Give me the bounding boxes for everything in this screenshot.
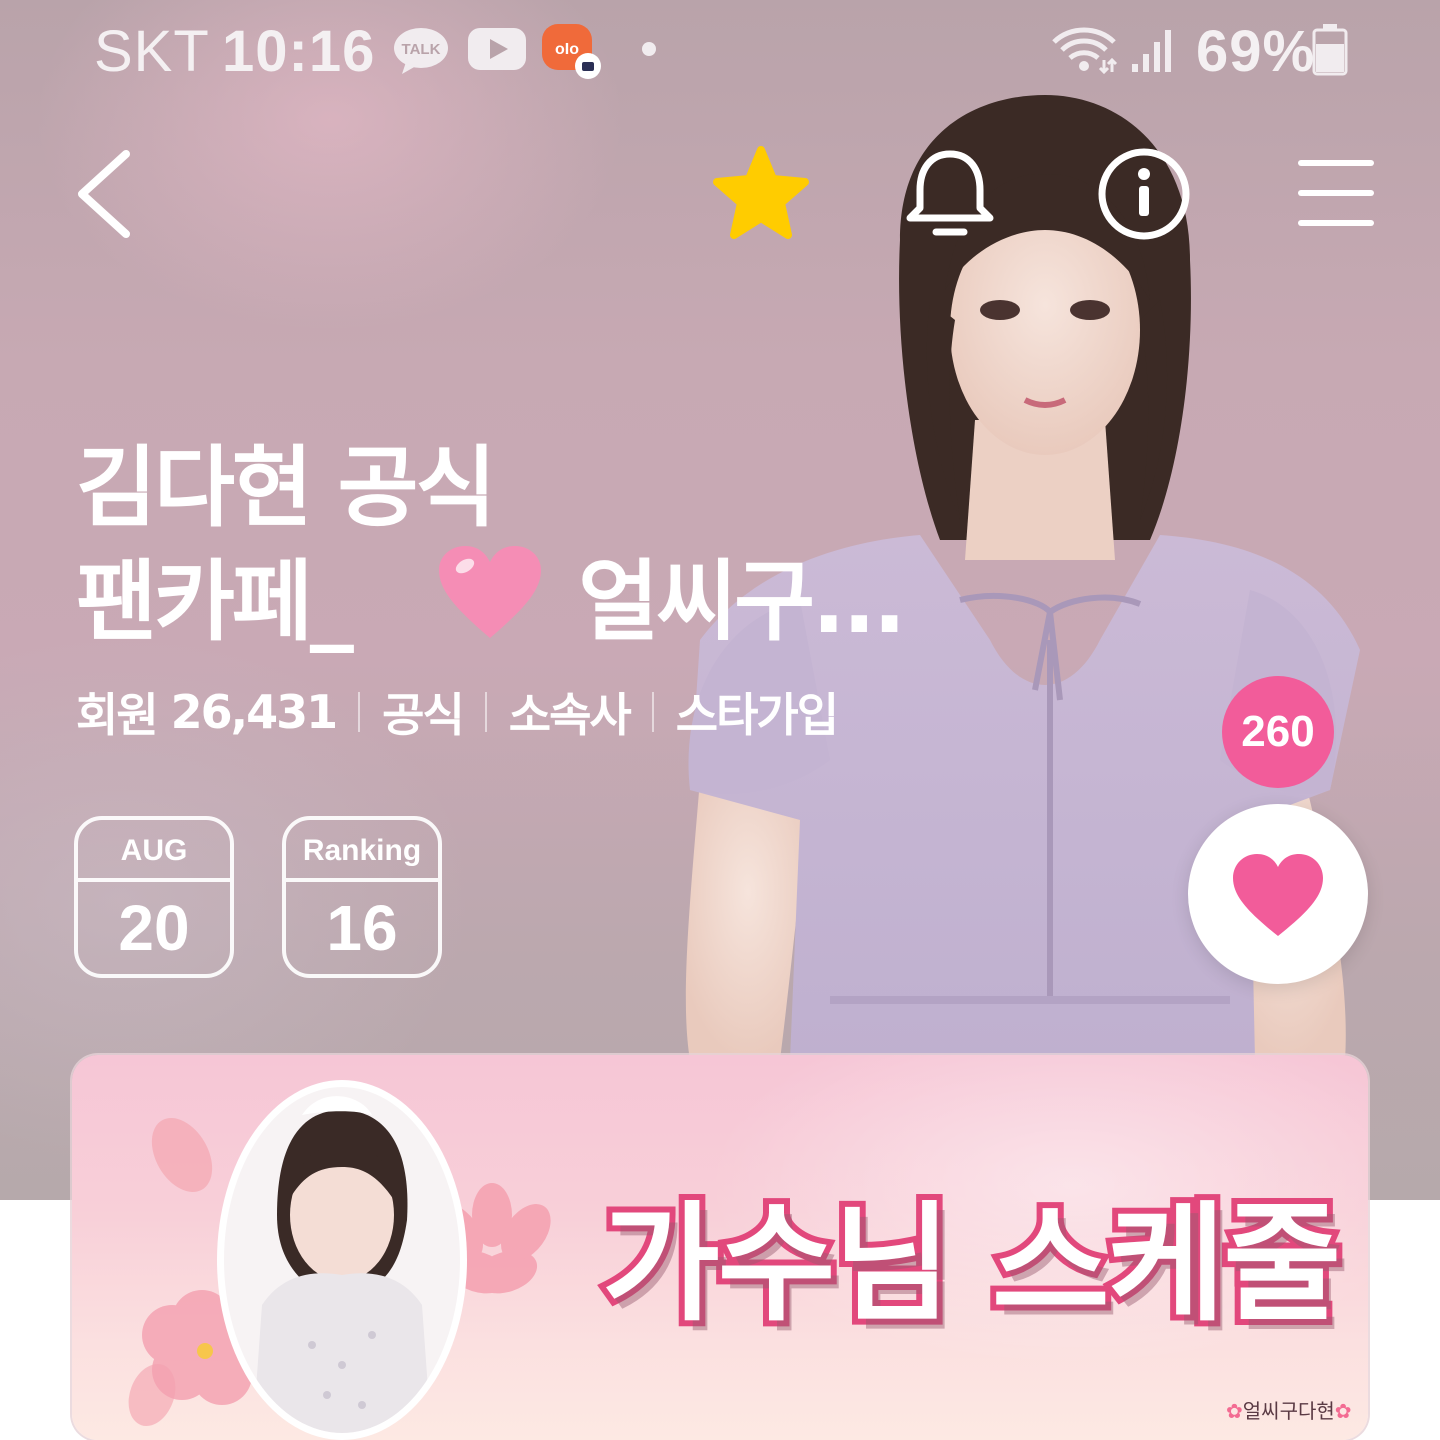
cafe-title: 김다현 공식 팬카페_ 얼씨구... (76, 432, 976, 658)
meta-divider (358, 692, 361, 732)
like-count-badge: 260 (1222, 676, 1334, 788)
clock: 10:16 (222, 19, 376, 84)
members-count: 26,431 (170, 685, 339, 739)
heart-icon (1233, 854, 1323, 936)
ranking-label: Ranking (286, 820, 438, 882)
back-button[interactable] (70, 148, 140, 240)
pink-heart-emoji-icon (438, 546, 541, 638)
star-join-badge[interactable]: 스타가입 (676, 679, 839, 745)
agency-badge[interactable]: 소속사 (509, 679, 632, 745)
notification-app-icon: oIo (542, 24, 601, 79)
banner-title: 가수님 스케줄 (596, 1184, 1347, 1345)
ranking-tile[interactable]: Ranking 16 (282, 816, 442, 978)
battery-icon (1312, 24, 1348, 76)
date-tile: AUG 20 (74, 816, 234, 978)
carrier-label: SKT (94, 19, 210, 84)
favorite-star-button[interactable] (712, 146, 810, 242)
cafe-hero-cover: SKT 10:16 TALK oIo 69% 김다현 공식 팬카페_ 얼씨구..… (0, 0, 1440, 1200)
more-notifications-dot-icon (642, 42, 656, 56)
menu-button[interactable] (1294, 156, 1378, 230)
official-badge[interactable]: 공식 (382, 679, 465, 745)
cafe-meta-row: 회원 26,431 공식 소속사 스타가입 (76, 679, 839, 745)
date-day: 20 (118, 892, 190, 964)
members-label: 회원 (76, 688, 159, 742)
schedule-banner[interactable]: 가수님 스케줄 ✿얼씨구다현✿ (72, 1055, 1368, 1440)
svg-text:oIo: oIo (555, 41, 579, 58)
banner-watermark-text: 얼씨구다현 (1242, 1399, 1335, 1423)
meta-divider (651, 692, 654, 732)
signal-icon (1132, 30, 1171, 72)
talk-badge-text: TALK (402, 41, 441, 58)
notification-bell-button[interactable] (902, 146, 998, 242)
wifi-icon (1052, 27, 1118, 74)
flower-icon: ✿ (1334, 1399, 1352, 1423)
like-button[interactable] (1188, 804, 1368, 984)
date-month: AUG (78, 820, 230, 882)
cafe-title-line2-suffix: 얼씨구... (578, 550, 906, 653)
cafe-title-line2-prefix: 팬카페_ (76, 550, 354, 653)
meta-divider (484, 692, 487, 732)
youtube-icon (468, 28, 526, 70)
cafe-title-line1: 김다현 공식 (76, 436, 496, 539)
banner-watermark: ✿얼씨구다현✿ (1226, 1395, 1352, 1424)
ranking-value: 16 (326, 892, 398, 964)
cafe-title-line2: 팬카페_ 얼씨구... (76, 544, 976, 658)
info-button[interactable] (1096, 146, 1192, 242)
flower-icon: ✿ (1226, 1399, 1243, 1423)
kakaotalk-icon: TALK (394, 28, 448, 74)
status-bar: SKT 10:16 TALK oIo 69% (0, 0, 1440, 100)
battery-percent: 69% (1196, 19, 1316, 84)
